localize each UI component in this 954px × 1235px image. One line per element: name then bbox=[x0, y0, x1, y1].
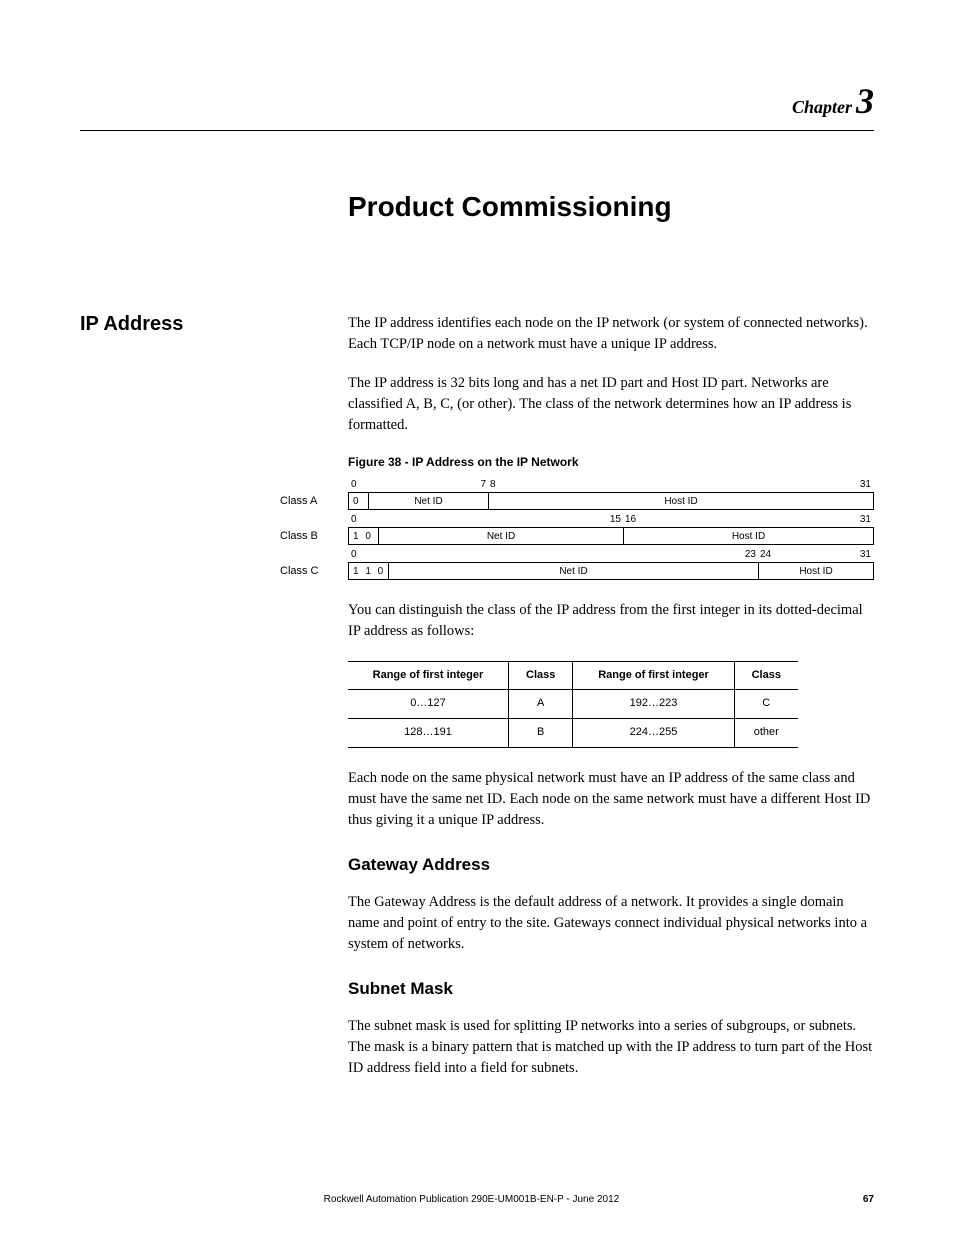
body-paragraph: The IP address is 32 bits long and has a… bbox=[348, 373, 874, 436]
class-label: Class C bbox=[280, 565, 348, 577]
chapter-header: Chapter 3 bbox=[80, 80, 874, 122]
hostid-segment: Host ID bbox=[759, 563, 873, 579]
bit-num: 15 bbox=[371, 514, 621, 525]
table-cell: 128…191 bbox=[348, 719, 508, 748]
page-number: 67 bbox=[863, 1194, 874, 1205]
table-header: Range of first integer bbox=[348, 661, 508, 690]
publication-info: Rockwell Automation Publication 290E-UM0… bbox=[80, 1194, 863, 1205]
netid-segment: Net ID bbox=[379, 528, 624, 544]
prefix-bits: 1 0 bbox=[349, 528, 379, 544]
header-rule bbox=[80, 130, 874, 131]
table-cell: 224…255 bbox=[573, 719, 734, 748]
bit-num: 16 bbox=[621, 514, 641, 525]
page-footer: Rockwell Automation Publication 290E-UM0… bbox=[80, 1194, 874, 1205]
table-header: Class bbox=[508, 661, 573, 690]
table-header: Class bbox=[734, 661, 798, 690]
table-cell: A bbox=[508, 690, 573, 719]
body-paragraph: Each node on the same physical network m… bbox=[348, 768, 874, 831]
body-paragraph: The IP address identifies each node on t… bbox=[348, 313, 874, 355]
ip-class-range-table: Range of first integer Class Range of fi… bbox=[348, 661, 798, 749]
body-paragraph: The subnet mask is used for splitting IP… bbox=[348, 1016, 874, 1079]
subsection-heading: Subnet Mask bbox=[348, 977, 874, 1002]
prefix-bits: 0 bbox=[349, 493, 369, 509]
table-cell: B bbox=[508, 719, 573, 748]
ip-class-diagram: 0 7 8 31 Class A 0 Net ID Host ID 0 15 1… bbox=[280, 479, 874, 580]
table-cell: 0…127 bbox=[348, 690, 508, 719]
class-label: Class B bbox=[280, 530, 348, 542]
table-cell: 192…223 bbox=[573, 690, 734, 719]
prefix-bits: 1 1 0 bbox=[349, 563, 389, 579]
bit-num: 31 bbox=[501, 479, 871, 490]
subsection-heading: Gateway Address bbox=[348, 853, 874, 878]
bit-num: 8 bbox=[486, 479, 501, 490]
bit-num: 7 bbox=[371, 479, 486, 490]
bit-num: 23 bbox=[371, 549, 756, 560]
netid-segment: Net ID bbox=[369, 493, 489, 509]
body-paragraph: You can distinguish the class of the IP … bbox=[348, 600, 874, 642]
bit-num: 31 bbox=[641, 514, 871, 525]
body-paragraph: The Gateway Address is the default addre… bbox=[348, 892, 874, 955]
class-label: Class A bbox=[280, 495, 348, 507]
bit-num: 31 bbox=[776, 549, 871, 560]
table-header: Range of first integer bbox=[573, 661, 734, 690]
chapter-number: 3 bbox=[856, 81, 874, 121]
bit-num: 0 bbox=[351, 479, 371, 490]
netid-segment: Net ID bbox=[389, 563, 759, 579]
hostid-segment: Host ID bbox=[624, 528, 873, 544]
table-cell: C bbox=[734, 690, 798, 719]
table-cell: other bbox=[734, 719, 798, 748]
section-heading: IP Address bbox=[80, 313, 348, 336]
hostid-segment: Host ID bbox=[489, 493, 873, 509]
bit-num: 0 bbox=[351, 514, 371, 525]
bit-num: 24 bbox=[756, 549, 776, 560]
page-title: Product Commissioning bbox=[348, 191, 874, 223]
bit-num: 0 bbox=[351, 549, 371, 560]
chapter-word: Chapter bbox=[792, 97, 852, 117]
figure-caption: Figure 38 - IP Address on the IP Network bbox=[348, 454, 874, 471]
